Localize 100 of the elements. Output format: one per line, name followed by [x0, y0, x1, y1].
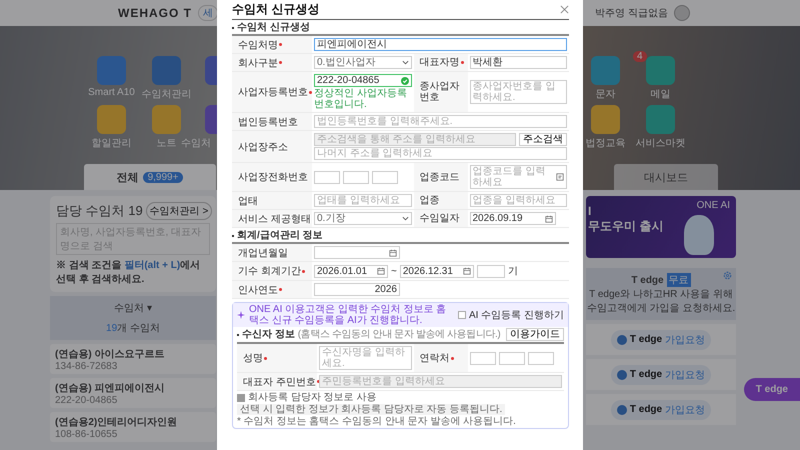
phone-field[interactable] [372, 170, 398, 184]
field-label: 성명 [237, 344, 317, 372]
app-icon[interactable] [152, 56, 181, 85]
client-count: 19개 수임처 [106, 322, 160, 335]
date-field[interactable]: 2026.09.19 [470, 212, 556, 225]
select-field[interactable]: 0.법인사업자 [314, 56, 412, 69]
app-label[interactable]: Smart A10 [88, 87, 135, 98]
check-icon [400, 76, 408, 84]
field-label: 업종코드 [414, 163, 468, 191]
join-request-button[interactable]: T edge 가입요청 [610, 364, 712, 384]
field-label: 회사구분 [232, 54, 312, 71]
field-label: 수임일자 [414, 210, 468, 227]
field-label: 업태 [232, 192, 312, 209]
app-icon[interactable] [591, 105, 620, 134]
note-text: * 수임처 정보는 홈택스 수임동의 안내 문자 발송에 사용됩니다. [237, 416, 517, 427]
company-contact-checkbox[interactable]: 회사등록 담당자 정보로 사용 [237, 392, 376, 403]
caret-icon [402, 216, 408, 221]
lookup-icon[interactable] [556, 173, 564, 181]
date-field[interactable]: 2026.12.31 [400, 264, 474, 278]
phone-field[interactable] [343, 170, 369, 184]
field-label: 사업자등록번호 [232, 72, 312, 112]
app-label[interactable]: 서비스마켓 [636, 136, 686, 150]
validation-message: 정상적인 사업자등록번호입니다. [314, 88, 408, 110]
field-label: 종사업자번호 [414, 72, 468, 112]
field-label: 인사연도 [232, 281, 312, 298]
select-field[interactable]: 0.기장 [314, 212, 412, 225]
field-label: 개업년월일 [232, 244, 312, 261]
app-icon[interactable] [591, 56, 620, 85]
calendar-icon[interactable] [544, 214, 552, 222]
phone-field[interactable] [470, 352, 496, 364]
phone-field[interactable] [314, 170, 340, 184]
sparkle-icon [237, 311, 245, 319]
promo-banner[interactable]: I 무도우미 출시 ONE AI [586, 196, 736, 258]
calendar-icon[interactable] [389, 248, 397, 256]
filter-link[interactable]: 필터(alt + L) [124, 260, 180, 271]
app-label[interactable]: 문자 [596, 87, 616, 101]
text-field[interactable]: 박세환 [470, 56, 567, 69]
app-label[interactable]: 메일 [650, 87, 670, 101]
close-icon[interactable] [560, 5, 569, 14]
year-field[interactable]: 2026 [314, 283, 400, 296]
column-header[interactable]: 수임처 ▾ [114, 301, 152, 315]
app-icon[interactable] [97, 56, 126, 85]
banner-logo: ONE AI [696, 200, 730, 211]
field-label: 사업장전화번호 [232, 163, 312, 191]
calendar-icon[interactable] [462, 267, 471, 275]
field-label: 사업장주소 [232, 131, 312, 162]
join-request-button[interactable]: T edge 가입요청 [610, 330, 712, 350]
term-unit: 기 [508, 265, 518, 278]
client-name: (연습용2)인테리어디자인원 [55, 416, 178, 428]
field-label: 업종 [414, 192, 468, 209]
banner-text: 무도우미 출시 [588, 218, 664, 235]
settings-icon[interactable] [723, 271, 732, 280]
app-label[interactable]: 법정교육 [586, 136, 626, 150]
app-icon[interactable] [152, 105, 181, 134]
app-icon[interactable] [646, 105, 675, 134]
free-badge: 무료 [666, 273, 691, 287]
ai-notice: ONE AI 이용고객은 입력한 수임처 정보로 홈택스 신규 수임등록을 AI가 진행합니다. [249, 304, 448, 326]
term-field[interactable] [476, 264, 505, 278]
business-number: 222-20-04865 [55, 394, 118, 406]
field-label: 대표자 주민번호 [237, 373, 317, 390]
brand-logo: T edge [631, 274, 664, 286]
field-label: 서비스 제공형태 [232, 210, 312, 227]
manage-button[interactable]: 수임처관리 > [146, 202, 212, 220]
client-row[interactable]: (연습용) 피엔피에이전시 222-20-04865 [50, 378, 216, 408]
field-label: 기수 회계기간 [232, 262, 312, 280]
calendar-icon[interactable] [377, 267, 385, 275]
phone-field[interactable] [498, 352, 524, 364]
section-heading: 수신자 정보 [242, 329, 295, 340]
floating-button[interactable]: T edge [744, 378, 800, 401]
range-separator: ~ [391, 266, 397, 276]
notification-badge: 4 [633, 51, 647, 62]
tab[interactable]: 전체 9,999+ [84, 164, 216, 190]
address-search-button[interactable]: 주소검색 [519, 133, 567, 146]
app-label[interactable]: 할일관리 [92, 136, 132, 150]
section-hint: (홈택스 수임동의 안내 문자 발송에 사용됩니다.) [298, 329, 502, 340]
app-icon[interactable] [97, 105, 126, 134]
section-heading: 수임처 신규생성 [237, 22, 310, 33]
business-number: 134-86-72683 [55, 360, 118, 372]
checkbox-hint: 선택 시 입력한 정보가 회사등록 담당자로 자동 등록됩니다. [237, 404, 506, 415]
banner-text: I [588, 204, 592, 218]
client-row[interactable]: (연습용) 아이스요구르트 134-86-72683 [50, 344, 216, 374]
avatar-icon[interactable] [674, 5, 690, 21]
ai-checkbox[interactable]: AI 수임등록 진행하기 [458, 308, 564, 322]
date-field[interactable]: 2026.01.01 [314, 264, 388, 278]
text-field[interactable]: 피엔피에이전시 [314, 38, 567, 51]
field-label: 대표자명 [414, 54, 468, 71]
text-field[interactable]: 222-20-04865 [314, 74, 412, 87]
field-label: 수임처명 [232, 36, 312, 53]
business-number: 108-86-10655 [55, 428, 118, 440]
app-icon[interactable] [646, 56, 675, 85]
phone-field[interactable] [528, 352, 554, 364]
field-label: 연락처 [414, 344, 468, 372]
logo[interactable]: WEHAGO T [118, 6, 192, 20]
field-label: 법인등록번호 [232, 113, 312, 130]
user-name[interactable]: 박주영 직급없음 [595, 6, 668, 20]
join-request-button[interactable]: T edge 가입요청 [610, 400, 712, 420]
client-row[interactable]: (연습용2)인테리어디자인원 108-86-10655 [50, 412, 216, 442]
tedge-message: T edge와 나하고HR 사용을 위해 [589, 288, 733, 301]
guide-button[interactable]: 이용가이드 [506, 328, 564, 341]
date-field[interactable] [314, 246, 400, 259]
